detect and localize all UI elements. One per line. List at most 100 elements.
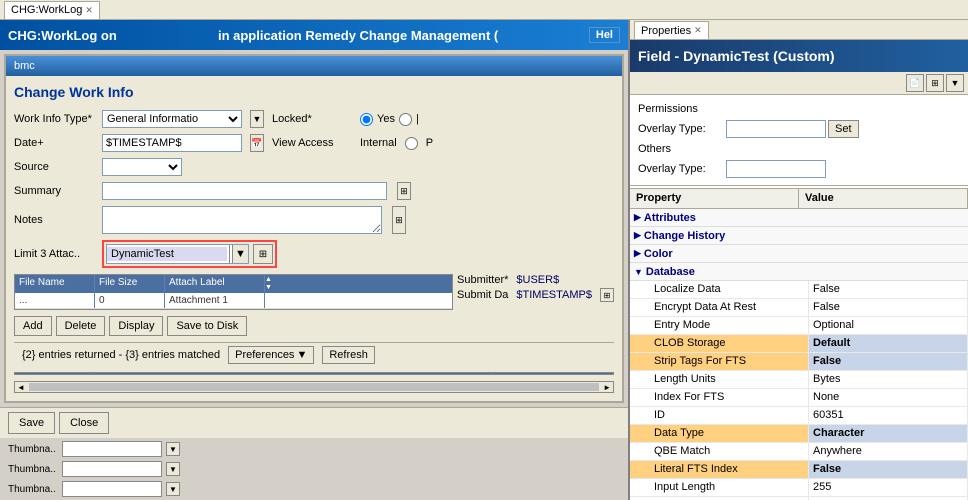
bmc-body: Change Work Info Work Info Type* General… (6, 76, 622, 401)
display-button[interactable]: Display (109, 316, 163, 336)
label-locked: Locked* (272, 113, 352, 125)
limit-field-container: DynamicTest ▼ ⊞ (102, 240, 277, 268)
tree-cell-prop-0: Localize Data (630, 281, 809, 298)
tree-row-9[interactable]: QBE MatchAnywhere (630, 443, 968, 461)
work-info-expand-btn[interactable]: ▼ (250, 110, 264, 128)
locked-yes-radio[interactable] (360, 113, 373, 126)
overlay-type-1-row: Overlay Type: Set (638, 119, 960, 139)
notes-expand-btn[interactable]: ⊞ (392, 206, 406, 234)
form-row-date: Date+ 📅 View Access Internal P (14, 134, 614, 152)
summary-expand-btn[interactable]: ⊞ (397, 182, 411, 200)
tree-cell-prop-6: Index For FTS (630, 389, 809, 406)
scroll-right-icon[interactable]: ► (601, 383, 613, 392)
label-submit-date: Submit Da (457, 289, 508, 301)
thumb-label-1: Thumbna.. (8, 444, 58, 455)
tree-cell-val-4: False (809, 353, 968, 370)
preferences-button[interactable]: Preferences ▼ (228, 346, 314, 364)
results-header: Type Summary Submit Date (15, 373, 613, 375)
main-area: CHG:WorkLog on in application Remedy Cha… (0, 20, 968, 500)
add-button[interactable]: Add (14, 316, 52, 336)
thumb-input-3[interactable] (62, 481, 162, 497)
thumb-label-3: Thumbna.. (8, 484, 58, 495)
scroll-up-icon[interactable]: ▲ (265, 276, 281, 284)
thumb-label-2: Thumbna.. (8, 464, 58, 475)
tab-close-icon[interactable]: ✕ (85, 5, 93, 16)
tree-row-8[interactable]: Data TypeCharacter (630, 425, 968, 443)
file-table-row[interactable]: ... 0 Attachment 1 (15, 293, 452, 309)
tree-section-color-cell: ▶ Color (630, 245, 677, 262)
tree-section-database[interactable]: ▼ Database (630, 263, 968, 281)
tree-cell-prop-8: Data Type (630, 425, 809, 442)
tree-row-5[interactable]: Length UnitsBytes (630, 371, 968, 389)
set-button[interactable]: Set (828, 120, 859, 138)
tree-section-color[interactable]: ▶ Color (630, 245, 968, 263)
tree-row-7[interactable]: ID60351 (630, 407, 968, 425)
overlay-type-2-input[interactable] (726, 160, 826, 178)
notes-textarea[interactable] (102, 206, 382, 234)
submitter-section: Submitter* $USER$ Submit Da $TIMESTAMP$ … (457, 274, 614, 310)
tree-row-1[interactable]: Encrypt Data At RestFalse (630, 299, 968, 317)
submitter-row: Submitter* $USER$ (457, 274, 614, 286)
thumb-input-1[interactable] (62, 441, 162, 457)
save-button[interactable]: Save (8, 412, 55, 434)
thumb-input-2[interactable] (62, 461, 162, 477)
tree-row-10[interactable]: Literal FTS IndexFalse (630, 461, 968, 479)
label-summary: Summary (14, 185, 94, 197)
toolbar-filter-icon[interactable]: ▼ (946, 74, 964, 92)
close-button[interactable]: Close (59, 412, 109, 434)
form-row-source: Source (14, 158, 614, 176)
results-col-type: Type (15, 373, 95, 375)
left-panel: CHG:WorkLog on in application Remedy Cha… (0, 20, 630, 500)
attributes-label: Attributes (644, 212, 696, 224)
tree-row-0[interactable]: Localize DataFalse (630, 281, 968, 299)
form-row-summary: Summary ⊞ (14, 182, 614, 200)
summary-input[interactable] (102, 182, 387, 200)
delete-button[interactable]: Delete (56, 316, 106, 336)
file-col-scroll[interactable]: ▲ ▼ (265, 275, 281, 293)
tree-row-11[interactable]: Input Length255 (630, 479, 968, 497)
tree-section-change-history-cell: ▶ Change History (630, 227, 729, 244)
tree-section-change-history[interactable]: ▶ Change History (630, 227, 968, 245)
scroll-left-icon[interactable]: ◄ (15, 383, 27, 392)
tab-chg-worklog[interactable]: CHG:WorkLog ✕ (4, 1, 100, 19)
tree-section-attributes-cell: ▶ Attributes (630, 209, 700, 226)
thumb-btn-2[interactable]: ▼ (166, 462, 180, 476)
overlay-type-1-input[interactable] (726, 120, 826, 138)
tree-row-2[interactable]: Entry ModeOptional (630, 317, 968, 335)
tree-row-6[interactable]: Index For FTSNone (630, 389, 968, 407)
props-tab-close-icon[interactable]: ✕ (694, 25, 702, 36)
tree-row-4[interactable]: Strip Tags For FTSFalse (630, 353, 968, 371)
locked-radio-group: Yes | (360, 113, 419, 126)
tree-cell-val-2: Optional (809, 317, 968, 334)
toolbar-grid-icon[interactable]: ⊞ (926, 74, 944, 92)
tree-row-3[interactable]: CLOB StorageDefault (630, 335, 968, 353)
submitter-value: $USER$ (516, 274, 559, 286)
toolbar-page-icon[interactable]: 📄 (906, 74, 924, 92)
form-row-workinfo: Work Info Type* General Informatio ▼ Loc… (14, 110, 614, 128)
source-select[interactable] (102, 158, 182, 176)
save-to-disk-button[interactable]: Save to Disk (167, 316, 247, 336)
scroll-down-icon[interactable]: ▼ (265, 284, 281, 292)
tree-section-database-cell: ▼ Database (630, 263, 699, 280)
view-access-radio[interactable] (405, 137, 418, 150)
help-button[interactable]: Hel (589, 27, 620, 43)
locked-yes-label: Yes (377, 113, 395, 125)
date-btn[interactable]: 📅 (250, 134, 264, 152)
limit-action-btn[interactable]: ⊞ (253, 244, 273, 264)
limit-arrow-btn[interactable]: ▼ (232, 245, 248, 263)
tree-cell-prop-7: ID (630, 407, 809, 424)
right-panel: Properties ✕ Field - DynamicTest (Custom… (630, 20, 968, 500)
date-input[interactable] (102, 134, 242, 152)
action-buttons: Add Delete Display Save to Disk (14, 316, 614, 336)
tab-bar: CHG:WorkLog ✕ (0, 0, 968, 20)
refresh-button[interactable]: Refresh (322, 346, 375, 364)
horizontal-scrollbar[interactable]: ◄ ► (14, 381, 614, 393)
props-tab-properties[interactable]: Properties ✕ (634, 21, 709, 39)
thumb-btn-1[interactable]: ▼ (166, 442, 180, 456)
database-rows: Localize DataFalseEncrypt Data At RestFa… (630, 281, 968, 500)
locked-no-radio[interactable] (399, 113, 412, 126)
work-info-type-select[interactable]: General Informatio (102, 110, 242, 128)
thumb-btn-3[interactable]: ▼ (166, 482, 180, 496)
tree-section-attributes[interactable]: ▶ Attributes (630, 209, 968, 227)
submit-date-btn[interactable]: ⊞ (600, 288, 614, 302)
